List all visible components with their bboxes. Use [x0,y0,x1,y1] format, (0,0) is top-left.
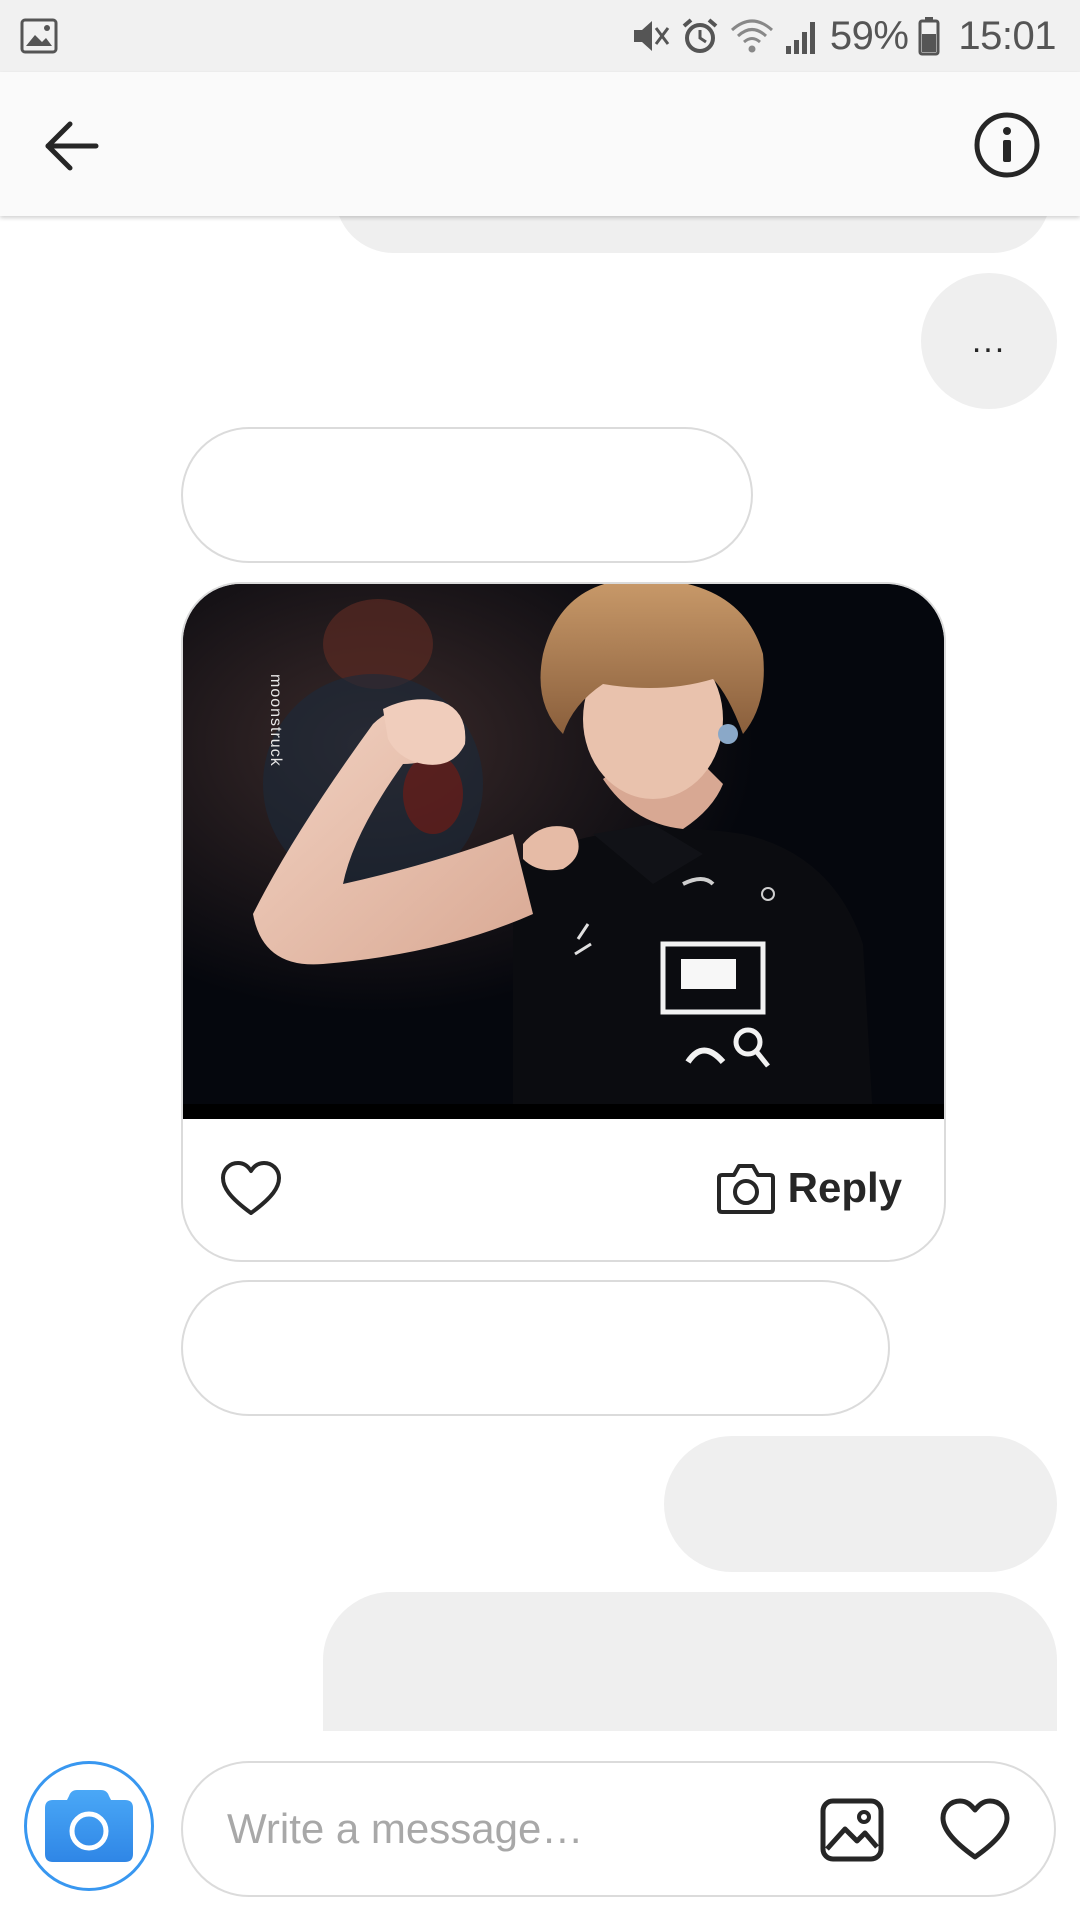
conversation-header [0,72,1080,216]
image-icon[interactable] [819,1797,885,1863]
mute-vibrate-icon [633,21,670,51]
message-bubble-outgoing[interactable] [335,216,1051,253]
message-box [181,1761,1056,1897]
battery-percentage: 59% [829,13,909,58]
reply-label: Reply [787,1164,902,1211]
message-thread: ... moonstruck Reply [0,216,1080,1731]
status-bar: 59% 15:01 [0,0,1080,72]
arrow-left-icon[interactable] [40,116,104,176]
alarm-icon [682,18,718,53]
reply-button[interactable]: Reply [716,1155,902,1221]
camera-button[interactable] [24,1761,154,1891]
heart-outline-icon[interactable] [939,1797,1011,1863]
gallery-notification-icon [20,18,58,54]
message-composer [0,1731,1080,1920]
post-actions: Reply [183,1119,944,1260]
wifi-icon [730,19,773,53]
message-input[interactable] [227,1793,787,1865]
message-bubble-incoming[interactable] [181,427,753,563]
post-photo [183,584,944,1119]
status-icons: 59% 15:01 [630,0,1056,72]
heart-outline-icon[interactable] [219,1159,283,1219]
info-icon[interactable] [972,110,1042,180]
message-bubble-outgoing[interactable] [323,1592,1057,1731]
typing-indicator-dots: ... [971,321,1007,360]
message-bubble-incoming[interactable] [181,1280,890,1416]
camera-icon [45,1790,133,1862]
signal-icon [785,22,815,54]
post-image[interactable]: moonstruck [183,584,944,1119]
post-watermark: moonstruck [267,674,284,767]
typing-indicator-bubble[interactable]: ... [921,273,1057,409]
battery-icon [918,17,940,56]
message-bubble-outgoing[interactable] [664,1436,1057,1572]
shared-post-card[interactable]: moonstruck Reply [181,582,946,1262]
camera-outline-icon [716,1164,775,1214]
status-time: 15:01 [958,13,1056,58]
